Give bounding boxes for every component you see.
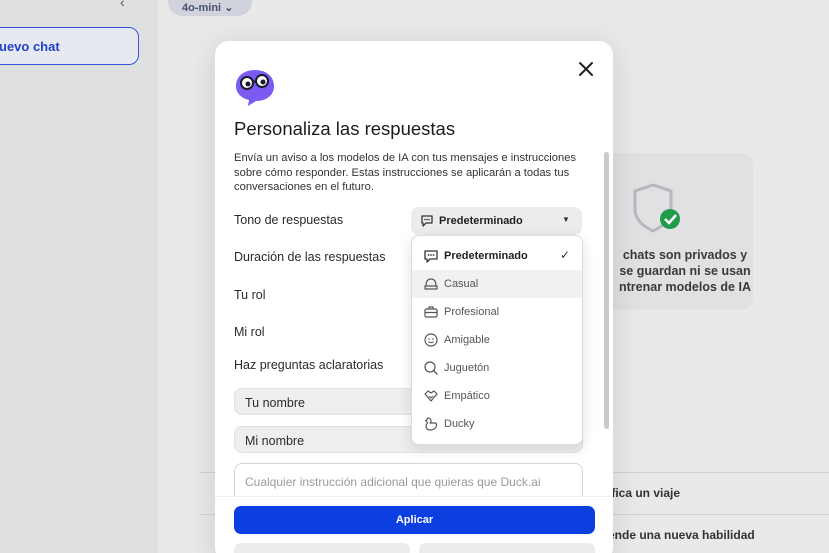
tone-dropdown-menu: Predeterminado ✓ Casual Profesional Amig… <box>411 235 583 445</box>
close-icon[interactable] <box>576 59 596 79</box>
secondary-button-right[interactable] <box>419 543 595 553</box>
my-role-label: Mi rol <box>234 325 265 339</box>
scrollbar[interactable] <box>604 152 609 429</box>
length-label: Duración de las respuestas <box>234 250 386 264</box>
your-role-label: Tu rol <box>234 288 266 302</box>
dialog-footer: Aplicar <box>215 496 613 553</box>
caret-down-icon: ▼ <box>562 215 570 224</box>
chevron-down-icon: ⌄ <box>224 2 234 14</box>
instructions-placeholder: Cualquier instrucción adicional que quie… <box>245 475 541 489</box>
option-label: Empático <box>444 390 490 402</box>
tone-option-empatico[interactable]: Empático <box>412 382 582 410</box>
model-label: 4o-mini <box>182 2 222 14</box>
tone-select-value: Predeterminado <box>439 215 523 227</box>
secondary-button-left[interactable] <box>234 543 410 553</box>
option-label: Predeterminado <box>444 250 528 262</box>
check-icon: ✓ <box>560 248 571 262</box>
apply-button[interactable]: Aplicar <box>234 506 595 534</box>
clarifying-label: Haz preguntas aclaratorias <box>234 358 384 372</box>
tone-option-predeterminado[interactable]: Predeterminado ✓ <box>412 242 582 270</box>
option-label: Amigable <box>444 334 490 346</box>
tone-option-amigable[interactable]: Amigable <box>412 326 582 354</box>
option-label: Juguetón <box>444 362 490 374</box>
option-label: Profesional <box>444 306 500 318</box>
smile-icon <box>424 333 438 347</box>
tone-option-profesional[interactable]: Profesional <box>412 298 582 326</box>
duck-icon <box>425 417 438 431</box>
your-name-placeholder: Tu nombre <box>245 396 305 410</box>
tone-option-jugueton[interactable]: Juguetón <box>412 354 582 382</box>
collapse-sidebar-icon[interactable]: ‹ <box>120 0 125 10</box>
dialog-description: Envía un aviso a los modelos de IA con t… <box>234 152 577 193</box>
tone-option-ducky[interactable]: Ducky <box>412 410 582 438</box>
dialog-title: Personaliza las respuestas <box>234 118 456 139</box>
handshake-icon <box>424 390 438 402</box>
tone-option-casual[interactable]: Casual <box>412 270 582 298</box>
chat-bubble-icon <box>421 215 433 227</box>
playful-icon <box>424 361 438 375</box>
tone-label: Tono de respuestas <box>234 213 344 227</box>
my-name-placeholder: Mi nombre <box>245 434 305 448</box>
model-selector[interactable]: 4o-mini ⌄ <box>168 0 252 16</box>
option-label: Ducky <box>444 418 475 430</box>
duck-ai-logo-icon <box>236 70 274 106</box>
briefcase-icon <box>424 306 438 318</box>
chat-bubble-icon <box>424 250 438 263</box>
sidebar <box>0 0 158 553</box>
option-label: Casual <box>444 278 479 290</box>
casual-icon <box>424 278 438 290</box>
new-chat-button[interactable]: uevo chat <box>0 27 139 65</box>
tone-select[interactable]: Predeterminado ▼ <box>411 207 582 235</box>
privacy-text: chats son privados y se guardan ni se us… <box>619 248 751 294</box>
shield-icon <box>633 183 680 233</box>
